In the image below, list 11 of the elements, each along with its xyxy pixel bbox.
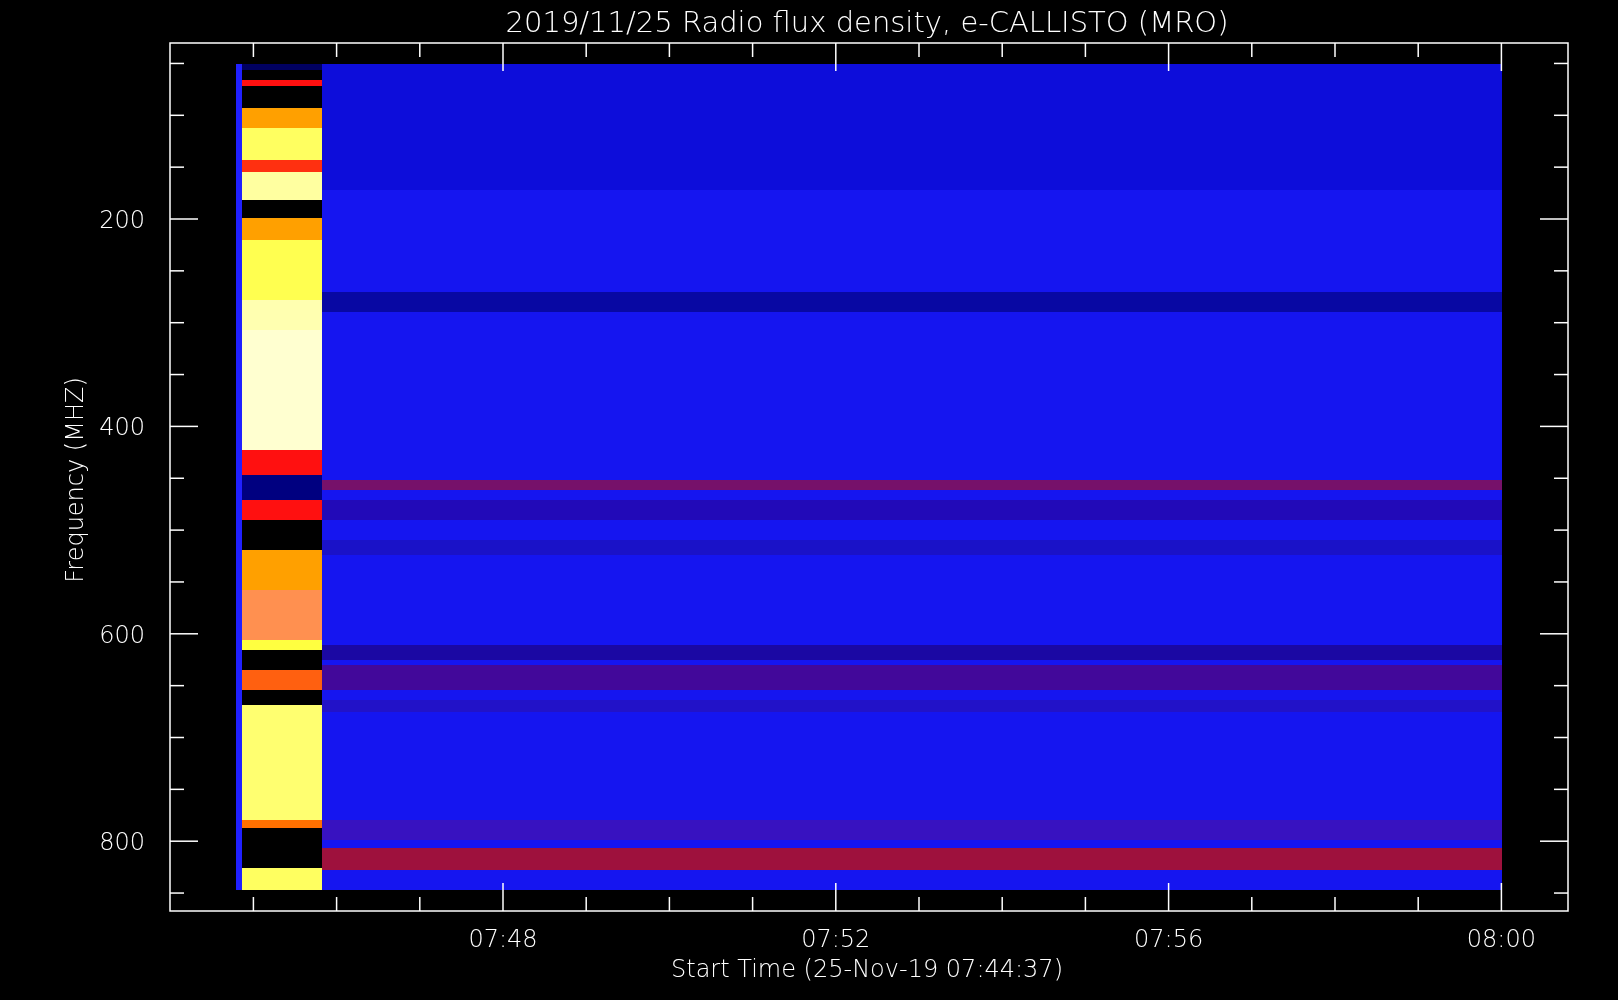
x-tick-label: 08:00 [1466,925,1536,953]
chart-title: 2019/11/25 Radio flux density, e-CALLISTO (MRO) [505,5,1229,39]
y-tick-label: 800 [99,828,145,857]
y-axis-label: Frequency (MHZ) [61,377,89,583]
y-tick-label: 600 [99,620,145,649]
y-tick-label: 200 [99,206,145,234]
x-tick-label: 07:52 [801,925,871,953]
y-tick-label: 400 [99,413,145,442]
x-tick-label: 07:56 [1134,925,1204,953]
x-tick-label: 07:48 [468,925,538,953]
x-axis-label: Start Time (25-Nov-19 07:44:37) [671,955,1063,983]
